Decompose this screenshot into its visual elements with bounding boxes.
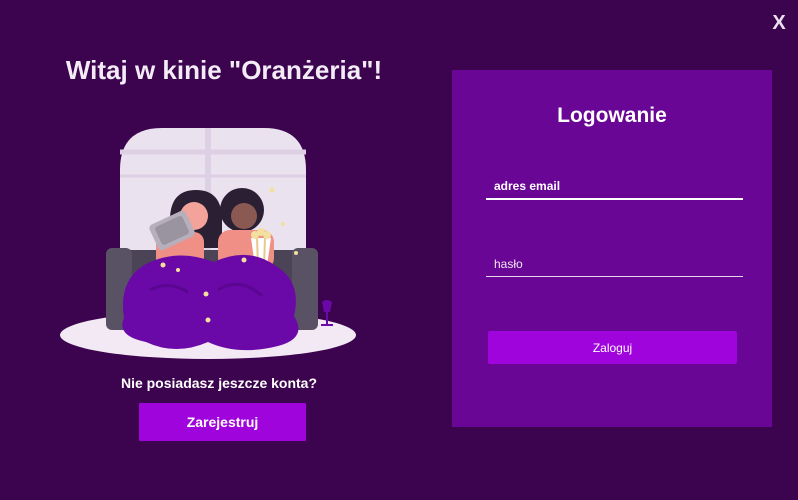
welcome-title: Witaj w kinie "Oranżeria"! xyxy=(65,55,383,85)
blanket xyxy=(122,254,299,351)
close-button[interactable]: X xyxy=(768,10,790,36)
login-title: Logowanie xyxy=(557,104,667,127)
email-field[interactable] xyxy=(486,174,743,200)
no-account-text: Nie posiadasz jeszcze konta? xyxy=(120,375,318,391)
login-panel: Logowanie Zaloguj xyxy=(452,70,772,427)
app-window: X Witaj w kinie "Oranżeria"! Nie posiada… xyxy=(0,0,798,500)
cinema-couple-illustration xyxy=(60,128,356,359)
register-button[interactable]: Zarejestruj xyxy=(139,403,306,441)
login-button[interactable]: Zaloguj xyxy=(488,331,737,364)
password-field[interactable] xyxy=(486,252,743,277)
